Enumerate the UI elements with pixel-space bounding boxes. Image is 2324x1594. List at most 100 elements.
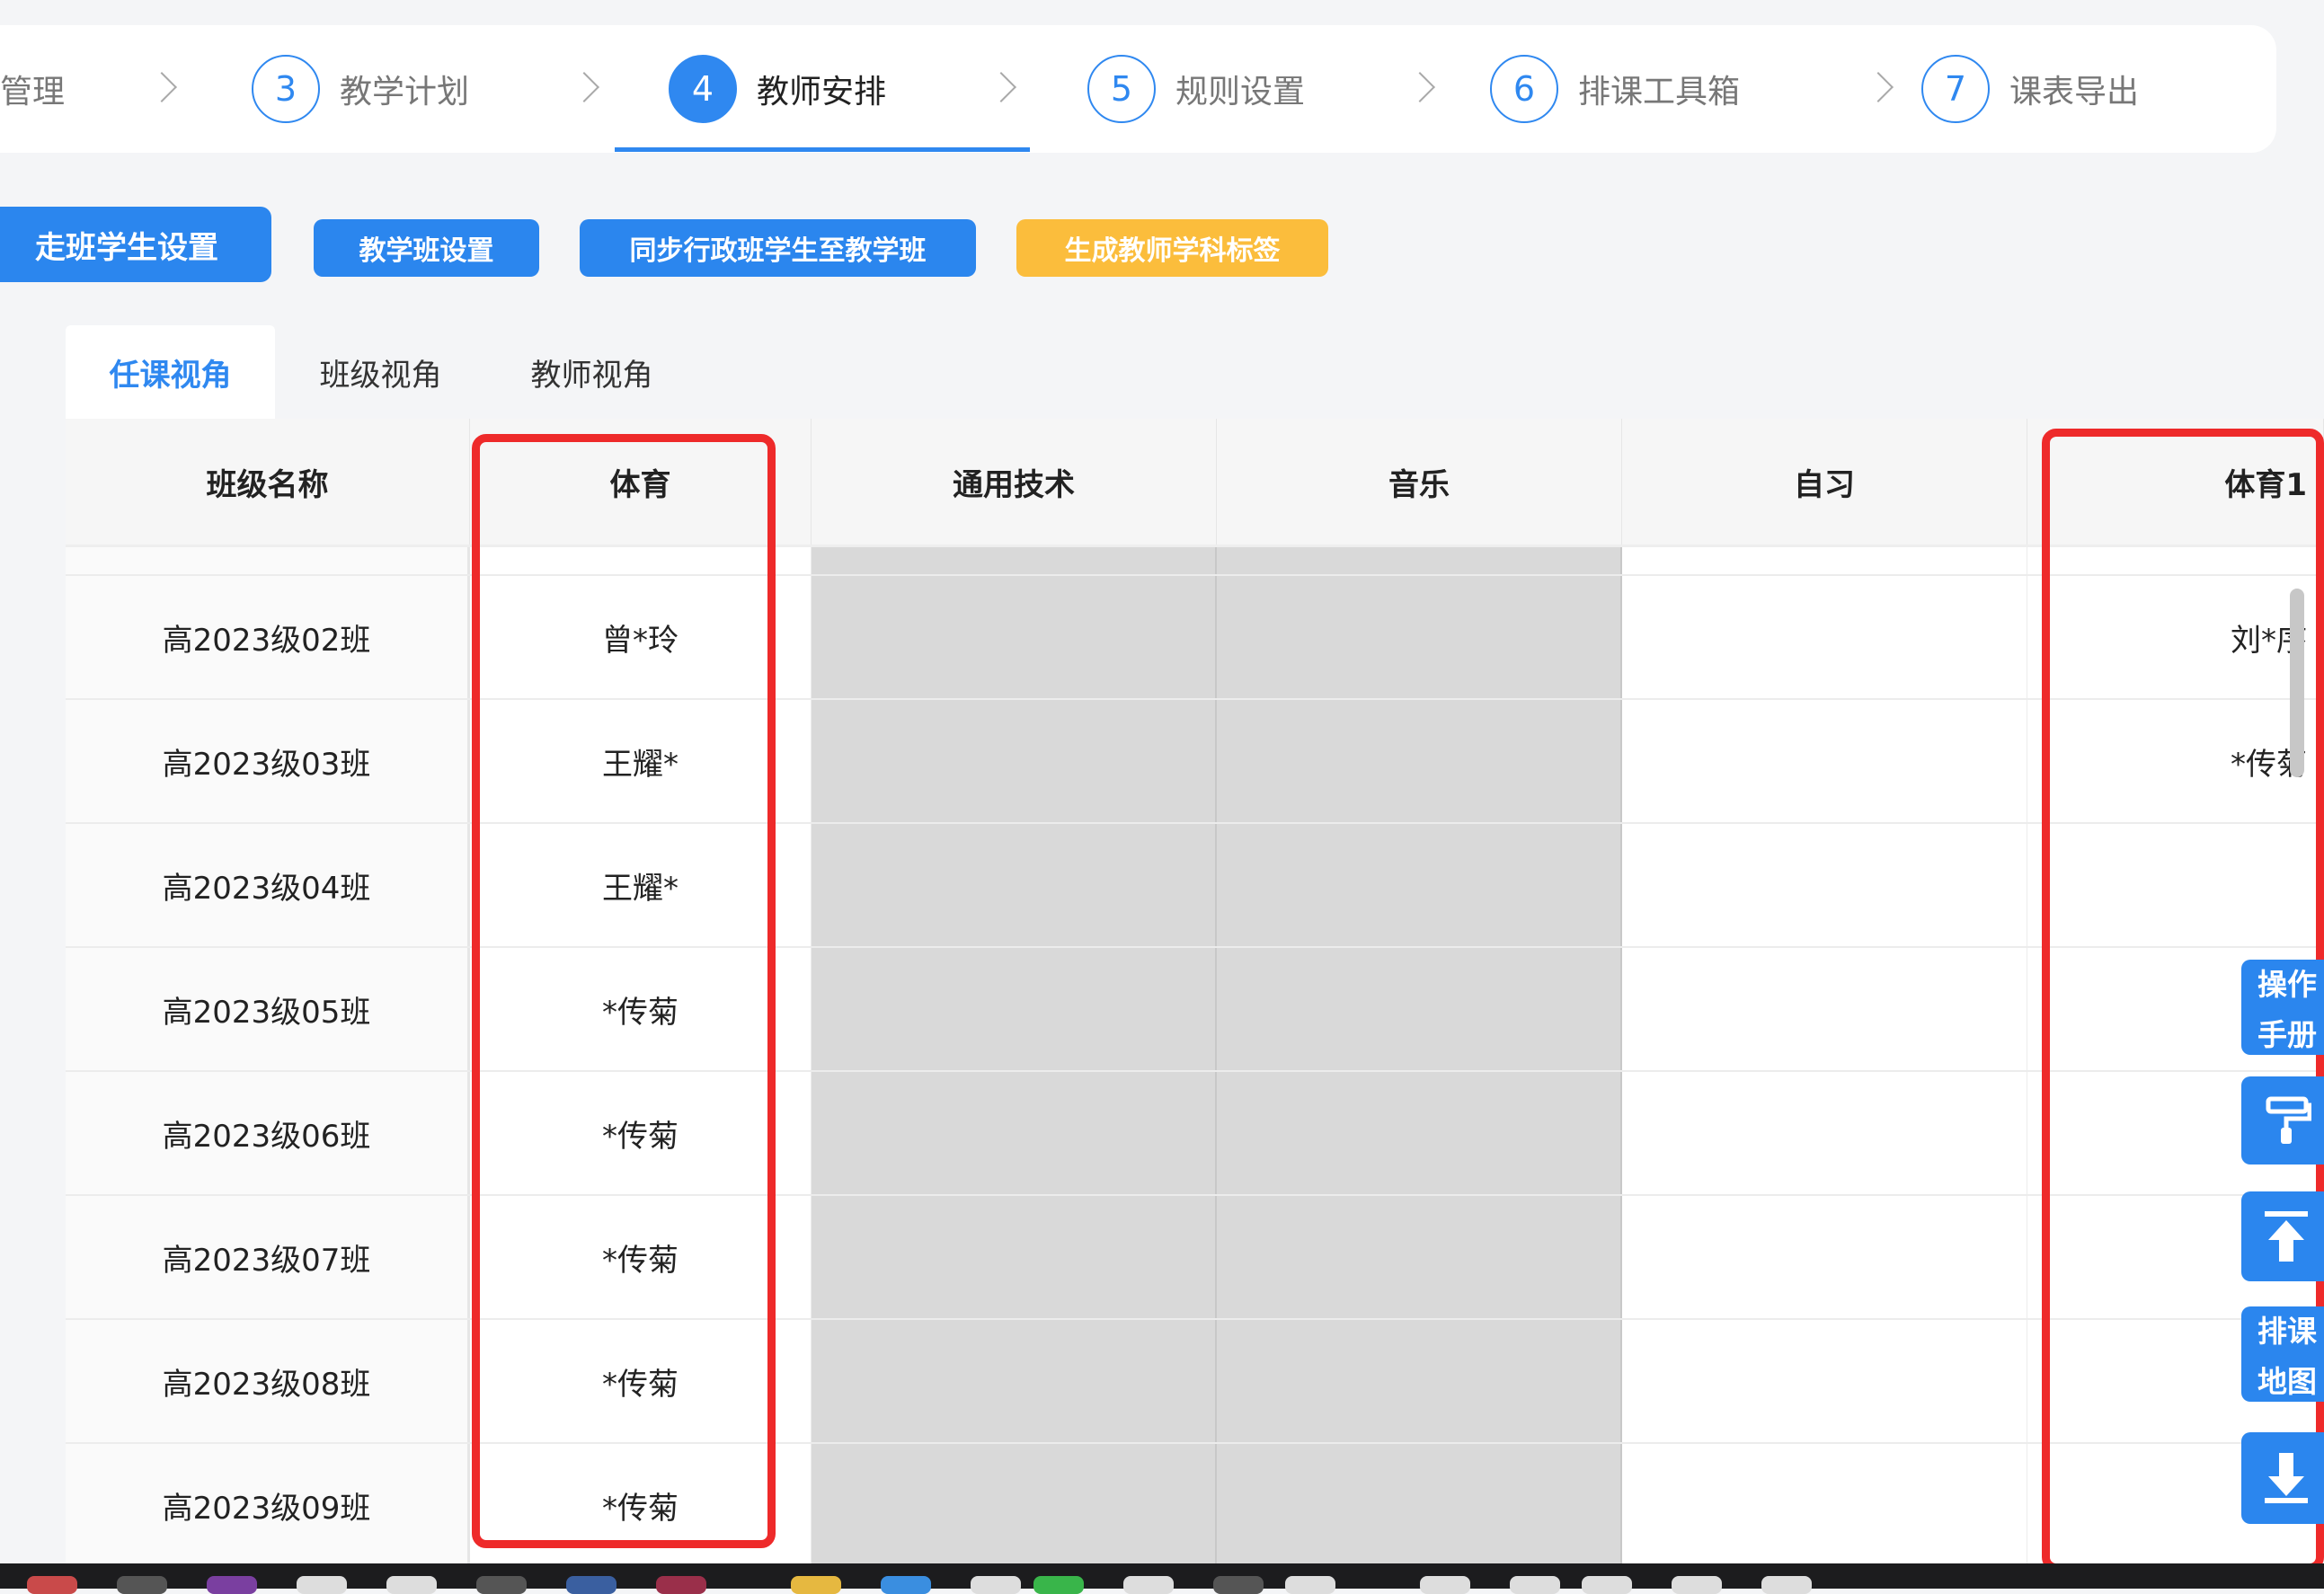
walk-class-students-button[interactable]: 走班学生设置 <box>0 207 271 282</box>
dock-app-icon[interactable] <box>297 1576 347 1594</box>
cell-general-tech <box>812 948 1217 1070</box>
back-to-top-button[interactable] <box>2241 1191 2324 1281</box>
column-header-general-tech: 通用技术 <box>812 419 1217 545</box>
cell-music <box>1217 1072 1622 1194</box>
dock-app-icon[interactable] <box>207 1576 257 1594</box>
chevron-right-icon <box>1863 72 1894 102</box>
cell-music <box>1217 1196 1622 1318</box>
dock-app-icon[interactable] <box>386 1576 437 1594</box>
dock-app-icon[interactable] <box>1420 1576 1470 1594</box>
map-label-line1: 排课 <box>2257 1314 2317 1349</box>
step-bar: 管理 3 教学计划 4 教师安排 5 规则设置 6 排课工具箱 7 课表导出 <box>0 25 2276 153</box>
cell-self-study[interactable] <box>1622 576 2027 698</box>
step-export-timetable[interactable]: 7 课表导出 <box>1921 25 2139 153</box>
dock-app-icon[interactable] <box>476 1576 527 1594</box>
cell-class-name: 高2023级08班 <box>66 1320 470 1442</box>
dock-app-icon[interactable] <box>1582 1576 1632 1594</box>
cell-general-tech <box>812 1320 1217 1442</box>
scheduling-map-button[interactable]: 排课 地图 <box>2241 1306 2324 1402</box>
cell-self-study[interactable] <box>1622 700 2027 822</box>
column-header-music: 音乐 <box>1217 419 1622 545</box>
cell-music <box>1217 824 1622 946</box>
cell-self-study[interactable] <box>1622 824 2027 946</box>
map-label-line2: 地图 <box>2257 1364 2317 1399</box>
dock-app-icon[interactable] <box>971 1576 1021 1594</box>
dock-app-icon[interactable] <box>1510 1576 1560 1594</box>
step-label: 规则设置 <box>1175 74 1306 111</box>
column-header-self-study: 自习 <box>1622 419 2027 545</box>
cell-class-name: 高2023级06班 <box>66 1072 470 1194</box>
cell-music <box>1217 1320 1622 1442</box>
dock-app-icon[interactable] <box>791 1576 841 1594</box>
table-row: 高2023级06班 *传菊 <box>66 1072 2324 1196</box>
dock-app-icon[interactable] <box>1213 1576 1264 1594</box>
cell-self-study[interactable] <box>1622 547 2027 574</box>
sync-students-button[interactable]: 同步行政班学生至教学班 <box>580 219 976 277</box>
cell-general-tech <box>812 1072 1217 1194</box>
cell-general-tech <box>812 547 1217 574</box>
cell-general-tech <box>812 1444 1217 1563</box>
dock-app-icon[interactable] <box>566 1576 616 1594</box>
step-label: 排课工具箱 <box>1578 74 1741 111</box>
table-header: 班级名称 体育 通用技术 音乐 自习 体育1 <box>66 419 2324 547</box>
cell-class-name: 高2023级03班 <box>66 700 470 822</box>
cell-general-tech <box>812 824 1217 946</box>
back-to-top-icon <box>2265 1211 2308 1262</box>
cell-self-study[interactable] <box>1622 1320 2027 1442</box>
cell-class-name: 高2023级04班 <box>66 824 470 946</box>
download-icon <box>2265 1453 2308 1503</box>
column-header-class-name: 班级名称 <box>66 419 470 545</box>
table-row: 高2023级04班 王耀* <box>66 824 2324 948</box>
paint-roller-button[interactable] <box>2241 1076 2324 1165</box>
dock-app-icon[interactable] <box>1672 1576 1722 1594</box>
cell-music <box>1217 576 1622 698</box>
cell-music <box>1217 948 1622 1070</box>
table-row: 高2023级08班 *传菊 <box>66 1320 2324 1444</box>
dock-app-icon[interactable] <box>27 1576 77 1594</box>
dock-app-icon[interactable] <box>117 1576 167 1594</box>
dock-app-icon[interactable] <box>1761 1576 1812 1594</box>
step-teacher-arrangement[interactable]: 4 教师安排 <box>669 25 1016 153</box>
step-management[interactable]: 管理 <box>0 25 177 153</box>
step-teaching-plan[interactable]: 3 教学计划 <box>252 25 599 153</box>
generate-teacher-tags-button[interactable]: 生成教师学科标签 <box>1016 219 1328 277</box>
tab-teacher-view[interactable]: 教师视角 <box>486 325 697 419</box>
cell-music <box>1217 700 1622 822</box>
cell-self-study[interactable] <box>1622 1196 2027 1318</box>
table-row: 高2023级07班 *传菊 <box>66 1196 2324 1320</box>
table-row: 高2023级02班 曾*玲 刘*序 <box>66 576 2324 700</box>
table-row: 高2023级05班 *传菊 <box>66 948 2324 1072</box>
step-number: 3 <box>252 55 320 123</box>
step-number: 5 <box>1087 55 1156 123</box>
manual-button[interactable]: 操作 手册 <box>2241 960 2324 1055</box>
step-number: 4 <box>669 55 737 123</box>
table-row <box>66 547 2324 576</box>
cell-class-name <box>66 547 470 574</box>
cell-self-study[interactable] <box>1622 948 2027 1070</box>
chevron-right-icon <box>146 72 177 102</box>
download-button[interactable] <box>2241 1432 2324 1524</box>
dock-app-icon[interactable] <box>656 1576 706 1594</box>
step-number: 7 <box>1921 55 1990 123</box>
cell-self-study[interactable] <box>1622 1072 2027 1194</box>
tab-class-view[interactable]: 班级视角 <box>275 325 486 419</box>
step-rule-settings[interactable]: 5 规则设置 <box>1087 25 1435 153</box>
step-scheduling-toolbox[interactable]: 6 排课工具箱 <box>1490 25 1894 153</box>
cell-general-tech <box>812 576 1217 698</box>
chevron-right-icon <box>986 72 1016 102</box>
paint-roller-icon <box>2266 1096 2311 1144</box>
dock-app-icon[interactable] <box>1285 1576 1335 1594</box>
step-label: 课表导出 <box>2009 74 2140 111</box>
step-label: 教学计划 <box>340 74 470 111</box>
cell-general-tech <box>812 1196 1217 1318</box>
cell-class-name: 高2023级09班 <box>66 1444 470 1563</box>
teaching-class-setup-button[interactable]: 教学班设置 <box>314 219 539 277</box>
tab-course-view[interactable]: 任课视角 <box>66 325 275 419</box>
cell-class-name: 高2023级05班 <box>66 948 470 1070</box>
assignment-table: 班级名称 体育 通用技术 音乐 自习 体育1 高2023级02班 曾*玲 刘*序… <box>66 419 2324 1563</box>
dock-app-icon[interactable] <box>1033 1576 1084 1594</box>
dock-app-icon[interactable] <box>1123 1576 1174 1594</box>
dock-app-icon[interactable] <box>881 1576 931 1594</box>
cell-self-study[interactable] <box>1622 1444 2027 1563</box>
cell-general-tech <box>812 700 1217 822</box>
